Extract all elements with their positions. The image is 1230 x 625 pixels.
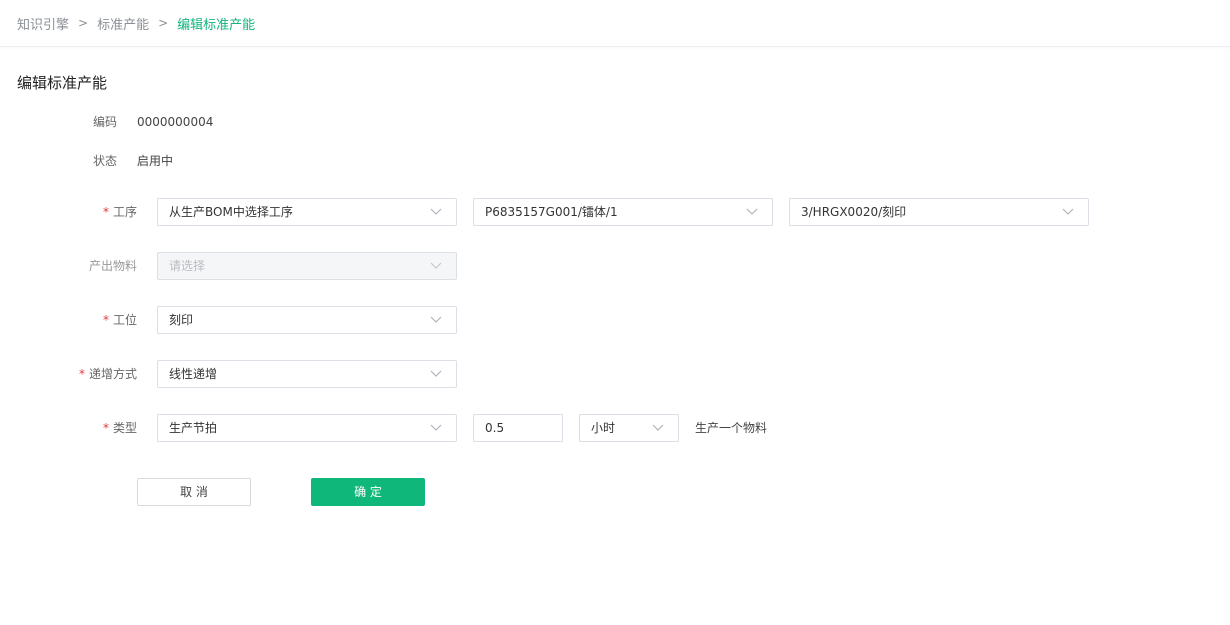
required-asterisk: *	[102, 313, 109, 327]
process-label: * 工序	[103, 198, 137, 226]
increment-mode-label-text: 递增方式	[88, 367, 137, 381]
form-row-code: 编码 0000000004	[0, 108, 1230, 136]
workstation-select-value: 刻印	[169, 313, 194, 327]
breadcrumb-item-current: 编辑标准产能	[177, 17, 256, 33]
cancel-button[interactable]: 取 消	[137, 478, 251, 506]
chevron-down-icon	[652, 424, 664, 431]
form-row-status: 状态 启用中	[0, 147, 1230, 175]
increment-mode-select-value: 线性递增	[169, 367, 218, 381]
type-suffix-text: 生产一个物料	[695, 421, 768, 435]
chevron-down-icon	[430, 370, 442, 377]
chevron-down-icon	[430, 208, 442, 215]
code-value: 0000000004	[137, 115, 214, 129]
chevron-down-icon	[746, 208, 758, 215]
form-row-increment-mode: * 递增方式 线性递增	[0, 360, 1230, 388]
chevron-down-icon	[430, 316, 442, 323]
breadcrumb-item-knowledge-engine[interactable]: 知识引擎	[17, 14, 69, 33]
increment-mode-select[interactable]: 线性递增	[157, 360, 457, 388]
workstation-label-text: 工位	[112, 313, 137, 327]
process-label-text: 工序	[112, 205, 137, 219]
chevron-down-icon	[430, 262, 442, 269]
chevron-down-icon	[1062, 208, 1074, 215]
workstation-select[interactable]: 刻印	[157, 306, 457, 334]
form-row-type: * 类型 生产节拍 0.5 小时 生产一个物料	[0, 414, 1230, 442]
required-asterisk: *	[102, 205, 109, 219]
top-bar: 知识引擎 > 标准产能 > 编辑标准产能	[0, 0, 1230, 47]
form-row-workstation: * 工位 刻印	[0, 306, 1230, 334]
increment-mode-label: * 递增方式	[79, 360, 137, 388]
process-source-select-value: 从生产BOM中选择工序	[169, 205, 293, 219]
type-select[interactable]: 生产节拍	[157, 414, 457, 442]
type-label: * 类型	[103, 414, 137, 442]
bom-select-value: P6835157G001/镭体/1	[485, 205, 618, 219]
status-label: 状态	[92, 154, 117, 168]
page-title: 编辑标准产能	[17, 74, 108, 92]
breadcrumb-separator: >	[78, 16, 89, 30]
process-select[interactable]: 3/HRGX0020/刻印	[789, 198, 1089, 226]
code-label: 编码	[92, 115, 117, 129]
output-material-placeholder: 请选择	[169, 259, 206, 273]
type-label-text: 类型	[112, 421, 137, 435]
chevron-down-icon	[430, 424, 442, 431]
unit-select-value: 小时	[591, 421, 616, 435]
workstation-label: * 工位	[103, 306, 137, 334]
required-asterisk: *	[102, 421, 109, 435]
unit-select[interactable]: 小时	[579, 414, 679, 442]
breadcrumb: 知识引擎 > 标准产能 > 编辑标准产能	[17, 14, 256, 33]
amount-input[interactable]: 0.5	[473, 414, 563, 442]
status-value: 启用中	[137, 154, 174, 168]
required-asterisk: *	[78, 367, 85, 381]
form-row-output-material: 产出物料 请选择	[0, 252, 1230, 280]
confirm-button[interactable]: 确 定	[311, 478, 425, 506]
breadcrumb-separator: >	[158, 16, 169, 30]
bom-select[interactable]: P6835157G001/镭体/1	[473, 198, 773, 226]
output-material-select: 请选择	[157, 252, 457, 280]
process-select-value: 3/HRGX0020/刻印	[801, 205, 907, 219]
process-source-select[interactable]: 从生产BOM中选择工序	[157, 198, 457, 226]
form-row-process: * 工序 从生产BOM中选择工序 P6835157G001/镭体/1 3/HRGX…	[0, 198, 1230, 226]
breadcrumb-item-standard-capacity[interactable]: 标准产能	[97, 14, 149, 33]
output-material-label: 产出物料	[88, 259, 137, 273]
type-select-value: 生产节拍	[169, 421, 218, 435]
